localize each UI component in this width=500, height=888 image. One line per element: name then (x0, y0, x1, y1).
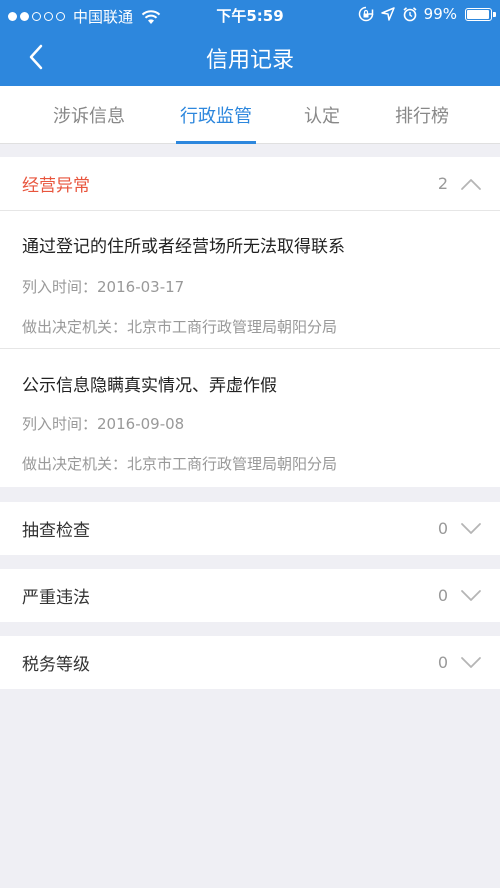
section-spot-check: 抽查检查 0 (0, 502, 500, 555)
tab-label: 行政监管 (180, 106, 252, 127)
chevron-down-icon (461, 589, 481, 601)
section-count: 0 (437, 653, 448, 672)
record-date-label: 列入时间： (22, 278, 98, 296)
list-item[interactable]: 公示信息隐瞒真实情况、弄虚作假 列入时间：2016-09-08 做出决定机关：北… (0, 349, 500, 487)
alarm-icon (403, 7, 417, 22)
nav-bar: 信用记录 (0, 28, 500, 86)
section-tax-grade: 税务等级 0 (0, 636, 500, 689)
list-item[interactable]: 通过登记的住所或者经营场所无法取得联系 列入时间：2016-03-17 做出决定… (0, 210, 500, 348)
record-date-value: 2016-09-08 (97, 415, 185, 433)
app-header: 中国联通 下午5:59 99% 信用记录 (0, 0, 500, 86)
tab-label: 涉诉信息 (53, 106, 125, 127)
record-date-value: 2016-03-17 (97, 278, 185, 296)
record-date: 列入时间：2016-09-08 (22, 413, 184, 434)
record-date-label: 列入时间： (22, 415, 98, 433)
tab-litigation[interactable]: 涉诉信息 (39, 86, 139, 144)
record-title: 通过登记的住所或者经营场所无法取得联系 (22, 237, 345, 257)
record-authority-label: 做出决定机关： (22, 455, 128, 473)
record-authority-value: 北京市工商行政管理局朝阳分局 (127, 318, 338, 336)
chevron-down-icon (461, 522, 481, 534)
record-authority: 做出决定机关：北京市工商行政管理局朝阳分局 (22, 453, 337, 474)
tab-administrative-supervision[interactable]: 行政监管 (176, 86, 256, 144)
tab-label: 排行榜 (395, 106, 449, 127)
section-title: 税务等级 (22, 655, 90, 675)
record-authority-label: 做出决定机关： (22, 318, 128, 336)
status-right-group: 99% (358, 5, 496, 23)
section-title: 严重违法 (22, 588, 90, 608)
active-tab-indicator (176, 141, 256, 144)
battery-percent: 99% (423, 5, 457, 23)
battery-fill (467, 9, 489, 19)
section-title: 经营异常 (22, 176, 90, 196)
location-icon (380, 7, 395, 21)
record-title: 公示信息隐瞒真实情况、弄虚作假 (22, 376, 277, 396)
section-header[interactable]: 经营异常 2 (0, 157, 500, 210)
page-title: 信用记录 (205, 48, 294, 73)
record-authority-value: 北京市工商行政管理局朝阳分局 (127, 455, 338, 473)
record-authority: 做出决定机关：北京市工商行政管理局朝阳分局 (22, 316, 337, 337)
tab-identification[interactable]: 认定 (294, 86, 350, 144)
section-serious-violation: 严重违法 0 (0, 569, 500, 622)
battery-icon (465, 7, 496, 21)
section-header[interactable]: 抽查检查 0 (0, 502, 500, 555)
section-header[interactable]: 严重违法 0 (0, 569, 500, 622)
tab-label: 认定 (304, 106, 340, 127)
section-count: 2 (437, 174, 448, 193)
section-title: 抽查检查 (22, 521, 90, 541)
section-count: 0 (437, 519, 448, 538)
section-count: 0 (437, 586, 448, 605)
section-header[interactable]: 税务等级 0 (0, 636, 500, 689)
lock-rotation-icon (358, 6, 373, 22)
tab-ranking[interactable]: 排行榜 (382, 86, 462, 144)
status-bar: 中国联通 下午5:59 99% (0, 0, 500, 28)
chevron-down-icon (461, 656, 481, 668)
record-date: 列入时间：2016-03-17 (22, 276, 184, 297)
section-business-abnormal: 经营异常 2 通过登记的住所或者经营场所无法取得联系 列入时间：2016-03-… (0, 157, 500, 487)
tab-bar: 涉诉信息 行政监管 认定 排行榜 (0, 86, 500, 144)
chevron-up-icon (461, 178, 481, 190)
